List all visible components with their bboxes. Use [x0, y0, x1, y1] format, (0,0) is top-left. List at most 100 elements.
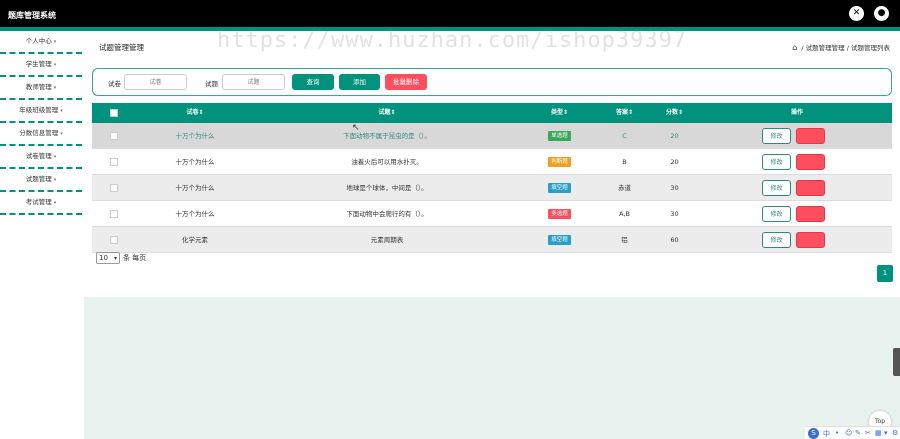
- delete-button[interactable]: 删除: [796, 128, 825, 144]
- ime-skin-icon[interactable]: ▾: [884, 429, 888, 437]
- sidebar-item-label: 年级班级管理: [19, 106, 59, 114]
- row-checkbox[interactable]: [110, 236, 118, 244]
- type-badge: 判断题: [548, 157, 571, 167]
- add-button[interactable]: 添加: [339, 74, 380, 90]
- col-paper[interactable]: 试卷⇕: [145, 103, 245, 123]
- cell-answer: A,B: [619, 210, 630, 218]
- sidebar-item-exams[interactable]: 考试管理 ▾: [0, 192, 82, 215]
- chevron-down-icon: ▾: [53, 154, 57, 160]
- ime-tools-icon[interactable]: ✂: [865, 429, 871, 437]
- query-button[interactable]: 查询: [292, 74, 334, 90]
- sidebar: 个人中心 ▾ 学生管理 ▾ 教师管理 ▾ 年级班级管理 ▾ 分数信息管理 ▾ 试卷管理 ▾ …: [0, 31, 84, 439]
- sidebar-item-scores[interactable]: 分数信息管理 ▾: [0, 123, 82, 146]
- col-actions: 操作: [790, 109, 803, 116]
- home-icon[interactable]: ⌂: [792, 43, 797, 52]
- question-label: 试题: [205, 80, 218, 88]
- cell-type: 单选题: [527, 123, 592, 149]
- edit-button[interactable]: 修改: [762, 128, 791, 144]
- content-background: [84, 297, 900, 439]
- cell-type: 填空题: [527, 227, 592, 253]
- sidebar-item-teachers[interactable]: 教师管理 ▾: [0, 77, 82, 100]
- sort-icon: ⇕: [677, 109, 684, 116]
- sort-icon: ⇕: [627, 109, 634, 116]
- cell-answer: C: [622, 132, 627, 140]
- sidebar-item-label: 分数信息管理: [19, 129, 59, 137]
- cell-question: 油着火后可以用水扑灭。: [351, 158, 423, 166]
- ime-logo-icon[interactable]: S: [808, 428, 819, 439]
- edit-button[interactable]: 修改: [762, 232, 791, 248]
- chevron-down-icon: ▾: [53, 39, 57, 45]
- cell-answer: 赤道: [618, 184, 631, 192]
- edit-button[interactable]: 修改: [762, 206, 791, 222]
- ime-pen-icon[interactable]: ✎: [855, 429, 861, 437]
- breadcrumb-item[interactable]: 试题管理管理: [806, 44, 845, 52]
- ime-settings-icon[interactable]: ⚙: [892, 429, 898, 437]
- per-page-label: 条 每页: [123, 254, 147, 262]
- app-title: 题库管理系统: [8, 11, 56, 20]
- edit-button[interactable]: 修改: [762, 154, 791, 170]
- mouse-cursor-icon: ↖: [352, 123, 360, 133]
- page-size-value: 10: [99, 254, 108, 262]
- row-checkbox[interactable]: [110, 210, 118, 218]
- edit-button[interactable]: 修改: [762, 180, 791, 196]
- sidebar-item-label: 学生管理: [25, 60, 52, 68]
- page-size-select[interactable]: 10 ▾: [96, 252, 120, 264]
- cell-paper: 十万个为什么: [175, 210, 215, 218]
- table-row[interactable]: 十万个为什么 下面动物中会爬行的有（）。 多选题 A,B 30 修改 删除: [92, 201, 892, 227]
- table-row[interactable]: 十万个为什么 地球是个球体，中间是（）。 填空题 赤道 30 修改 删除: [92, 175, 892, 201]
- batch-delete-button[interactable]: 批量删除: [385, 74, 427, 90]
- row-checkbox[interactable]: [110, 158, 118, 166]
- ime-punct-icon[interactable]: •: [835, 429, 839, 437]
- delete-button[interactable]: 删除: [796, 180, 825, 196]
- cell-paper: 十万个为什么: [175, 158, 215, 166]
- col-score[interactable]: 分数⇕: [652, 103, 697, 123]
- col-question[interactable]: 试题⇕: [282, 103, 492, 123]
- side-tab-handle[interactable]: [893, 348, 900, 376]
- cell-answer: B: [622, 158, 627, 166]
- sidebar-item-label: 教师管理: [25, 83, 52, 91]
- watermark-text: https://www.huzhan.com/ishop39397: [217, 28, 688, 53]
- type-badge: 填空题: [548, 235, 571, 245]
- user-icon[interactable]: ●: [874, 6, 889, 21]
- sort-icon: ⇕: [390, 109, 396, 116]
- close-icon[interactable]: ✕: [849, 6, 864, 21]
- col-score-label: 分数: [665, 109, 678, 116]
- cell-question: 下面动物不属于昆虫的是（）。: [343, 132, 431, 140]
- sidebar-item-label: 个人中心: [25, 37, 52, 45]
- chevron-down-icon: ▾: [60, 108, 63, 114]
- page-number-button[interactable]: 1: [877, 265, 893, 282]
- sidebar-item-papers[interactable]: 试卷管理 ▾: [0, 146, 82, 169]
- delete-button[interactable]: 删除: [796, 206, 825, 222]
- delete-button[interactable]: 删除: [796, 154, 825, 170]
- paper-label: 试卷: [108, 80, 121, 88]
- row-checkbox[interactable]: [110, 184, 118, 192]
- col-type[interactable]: 类型⇕: [527, 103, 592, 123]
- select-all-checkbox[interactable]: [110, 109, 118, 117]
- cell-question: 元素周期表: [370, 236, 404, 244]
- delete-button[interactable]: 删除: [796, 232, 825, 248]
- input-method-toolbar: S 中 • ☺ ✎ ✂ ▦ ▾ ⚙: [805, 426, 900, 439]
- row-checkbox[interactable]: [110, 132, 118, 140]
- ime-emoji-icon[interactable]: ☺: [845, 429, 852, 437]
- page-size-control: 10 ▾ 条 每页: [96, 252, 146, 264]
- cell-paper: 十万个为什么: [175, 184, 215, 192]
- paper-input[interactable]: [124, 74, 187, 90]
- cell-type: 判断题: [527, 149, 592, 175]
- ime-keyboard-icon[interactable]: ▦: [875, 429, 882, 437]
- sidebar-item-label: 试题管理: [25, 175, 52, 183]
- sort-icon: ⇕: [198, 109, 204, 116]
- table-row[interactable]: 十万个为什么 油着火后可以用水扑灭。 判断题 B 20 修改 删除: [92, 149, 892, 175]
- table-row[interactable]: 十万个为什么 下面动物不属于昆虫的是（）。 单选题 C 20 修改 删除: [92, 123, 892, 149]
- question-input[interactable]: [222, 74, 285, 90]
- col-answer[interactable]: 答案⇕: [597, 103, 652, 123]
- table-header: 试卷⇕ 试题⇕ 类型⇕ 答案⇕ 分数⇕ 操作: [92, 103, 892, 123]
- sidebar-item-students[interactable]: 学生管理 ▾: [0, 54, 82, 77]
- chevron-down-icon: ▾: [60, 131, 63, 137]
- table-row[interactable]: 化学元素 元素周期表 填空题 铝 60 修改 删除: [92, 227, 892, 253]
- sidebar-item-label: 试卷管理: [25, 152, 52, 160]
- ime-language-icon[interactable]: 中: [823, 429, 830, 439]
- page-title: 试题管理管理: [99, 43, 144, 52]
- sidebar-item-profile[interactable]: 个人中心 ▾: [0, 31, 82, 54]
- sidebar-item-classes[interactable]: 年级班级管理 ▾: [0, 100, 82, 123]
- sidebar-item-questions[interactable]: 试题管理 ▾: [0, 169, 82, 192]
